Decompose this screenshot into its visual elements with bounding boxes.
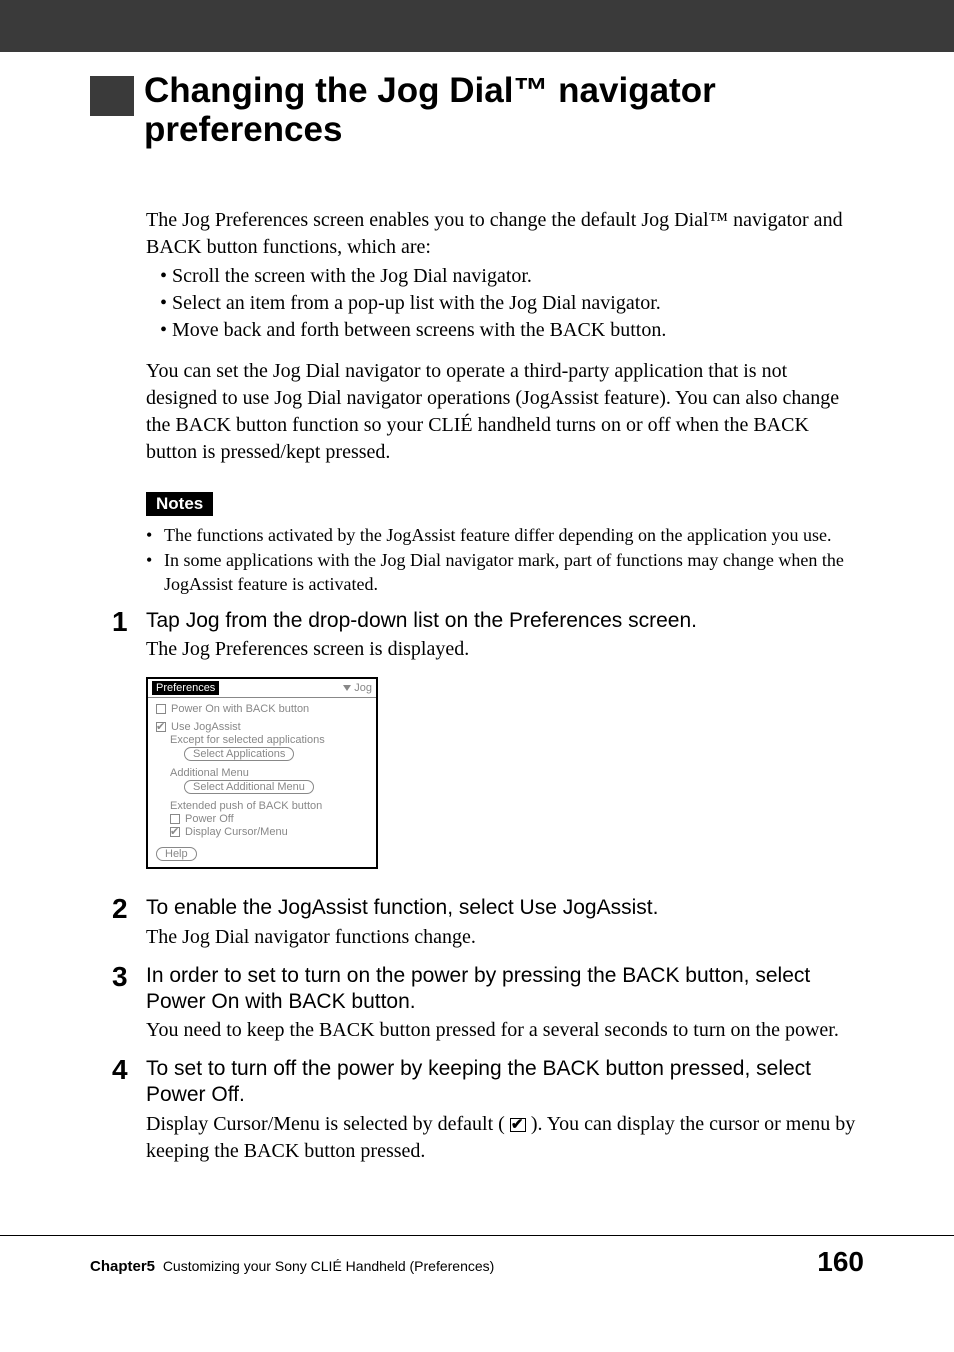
extended-push-label: Extended push of BACK button [170,800,368,812]
footer-chapter: Chapter5 [90,1258,155,1275]
step-description: The Jog Dial navigator functions change. [146,924,856,951]
step-instruction: Tap Jog from the drop-down list on the P… [146,608,856,634]
page-content: Changing the Jog Dial™ navigator prefere… [0,52,954,1165]
use-jogassist-row[interactable]: Use JogAssist [156,721,368,733]
step-description: You need to keep the BACK button pressed… [146,1017,856,1044]
checkbox-unchecked-icon[interactable] [156,704,166,714]
step-instruction: To set to turn off the power by keeping … [146,1056,856,1109]
step-4: 4 To set to turn off the power by keepin… [146,1056,856,1165]
step-number: 1 [112,608,146,869]
step-2: 2 To enable the JogAssist function, sele… [146,895,856,950]
step-1: 1 Tap Jog from the drop-down list on the… [146,608,856,869]
power-off-label: Power Off [185,813,234,825]
intro-paragraph: The Jog Preferences screen enables you t… [146,207,856,261]
top-header-bar [0,0,954,52]
screenshot-title: Preferences [152,681,219,695]
intro-bullet: • Select an item from a pop-up list with… [160,290,856,317]
step-instruction: To enable the JogAssist function, select… [146,895,856,921]
step-instruction: In order to set to turn on the power by … [146,963,856,1016]
power-off-row[interactable]: Power Off [170,813,368,825]
dropdown-label: Jog [354,682,372,694]
screenshot-dropdown[interactable]: Jog [343,682,372,694]
note-text: The functions activated by the JogAssist… [164,524,832,547]
use-jogassist-label: Use JogAssist [171,721,241,733]
step-description: The Jog Preferences screen is displayed. [146,636,856,663]
select-additional-menu-button[interactable]: Select Additional Menu [184,780,314,794]
bullet-text: Move back and forth between screens with… [172,319,666,341]
intro-paragraph-2: You can set the Jog Dial navigator to op… [146,358,856,466]
note-text: In some applications with the Jog Dial n… [164,549,856,596]
notes-heading: Notes [146,492,213,516]
checkbox-unchecked-icon[interactable] [170,814,180,824]
intro-bullet: • Scroll the screen with the Jog Dial na… [160,263,856,290]
select-applications-button[interactable]: Select Applications [184,747,294,761]
help-button[interactable]: Help [156,847,197,861]
bullet-text: Scroll the screen with the Jog Dial navi… [172,265,532,287]
note-item: • In some applications with the Jog Dial… [146,549,856,596]
display-cursor-row[interactable]: Display Cursor/Menu [170,826,368,838]
step-number: 4 [112,1056,146,1165]
step-desc-pre: Display Cursor/Menu is selected by defau… [146,1113,510,1135]
page-footer: Chapter5 Customizing your Sony CLIÉ Hand… [0,1235,954,1306]
notes-list: • The functions activated by the JogAssi… [146,524,856,596]
step-3: 3 In order to set to turn on the power b… [146,963,856,1045]
checkbox-checked-icon[interactable] [170,827,180,837]
footer-chapter-title: Customizing your Sony CLIÉ Handheld (Pre… [163,1258,495,1274]
step-number: 3 [112,963,146,1045]
preferences-screenshot: Preferences Jog Power On with BACK butto… [146,677,378,869]
display-cursor-label: Display Cursor/Menu [185,826,288,838]
intro-bullet-list: • Scroll the screen with the Jog Dial na… [160,263,856,344]
checkbox-checked-icon[interactable] [156,722,166,732]
title-row: Changing the Jog Dial™ navigator prefere… [90,72,864,149]
screenshot-header: Preferences Jog [148,679,376,698]
screenshot-body: Power On with BACK button Use JogAssist … [148,698,376,867]
title-bullet-icon [90,76,134,116]
body: The Jog Preferences screen enables you t… [146,207,856,1165]
bullet-icon: • [146,549,164,596]
step-description: Display Cursor/Menu is selected by defau… [146,1111,856,1165]
except-line: Except for selected applications [170,734,368,746]
dropdown-arrow-icon [343,685,351,691]
power-on-label: Power On with BACK button [171,703,309,715]
page-title: Changing the Jog Dial™ navigator prefere… [144,72,864,149]
bullet-text: Select an item from a pop-up list with t… [172,292,661,314]
intro-bullet: • Move back and forth between screens wi… [160,317,856,344]
checkbox-checked-icon [510,1118,526,1132]
additional-menu-label: Additional Menu [170,767,368,779]
step-number: 2 [112,895,146,950]
footer-page-number: 160 [817,1246,864,1278]
power-on-row[interactable]: Power On with BACK button [156,703,368,715]
footer-left: Chapter5 Customizing your Sony CLIÉ Hand… [90,1258,494,1275]
bullet-icon: • [146,524,164,547]
note-item: • The functions activated by the JogAssi… [146,524,856,547]
